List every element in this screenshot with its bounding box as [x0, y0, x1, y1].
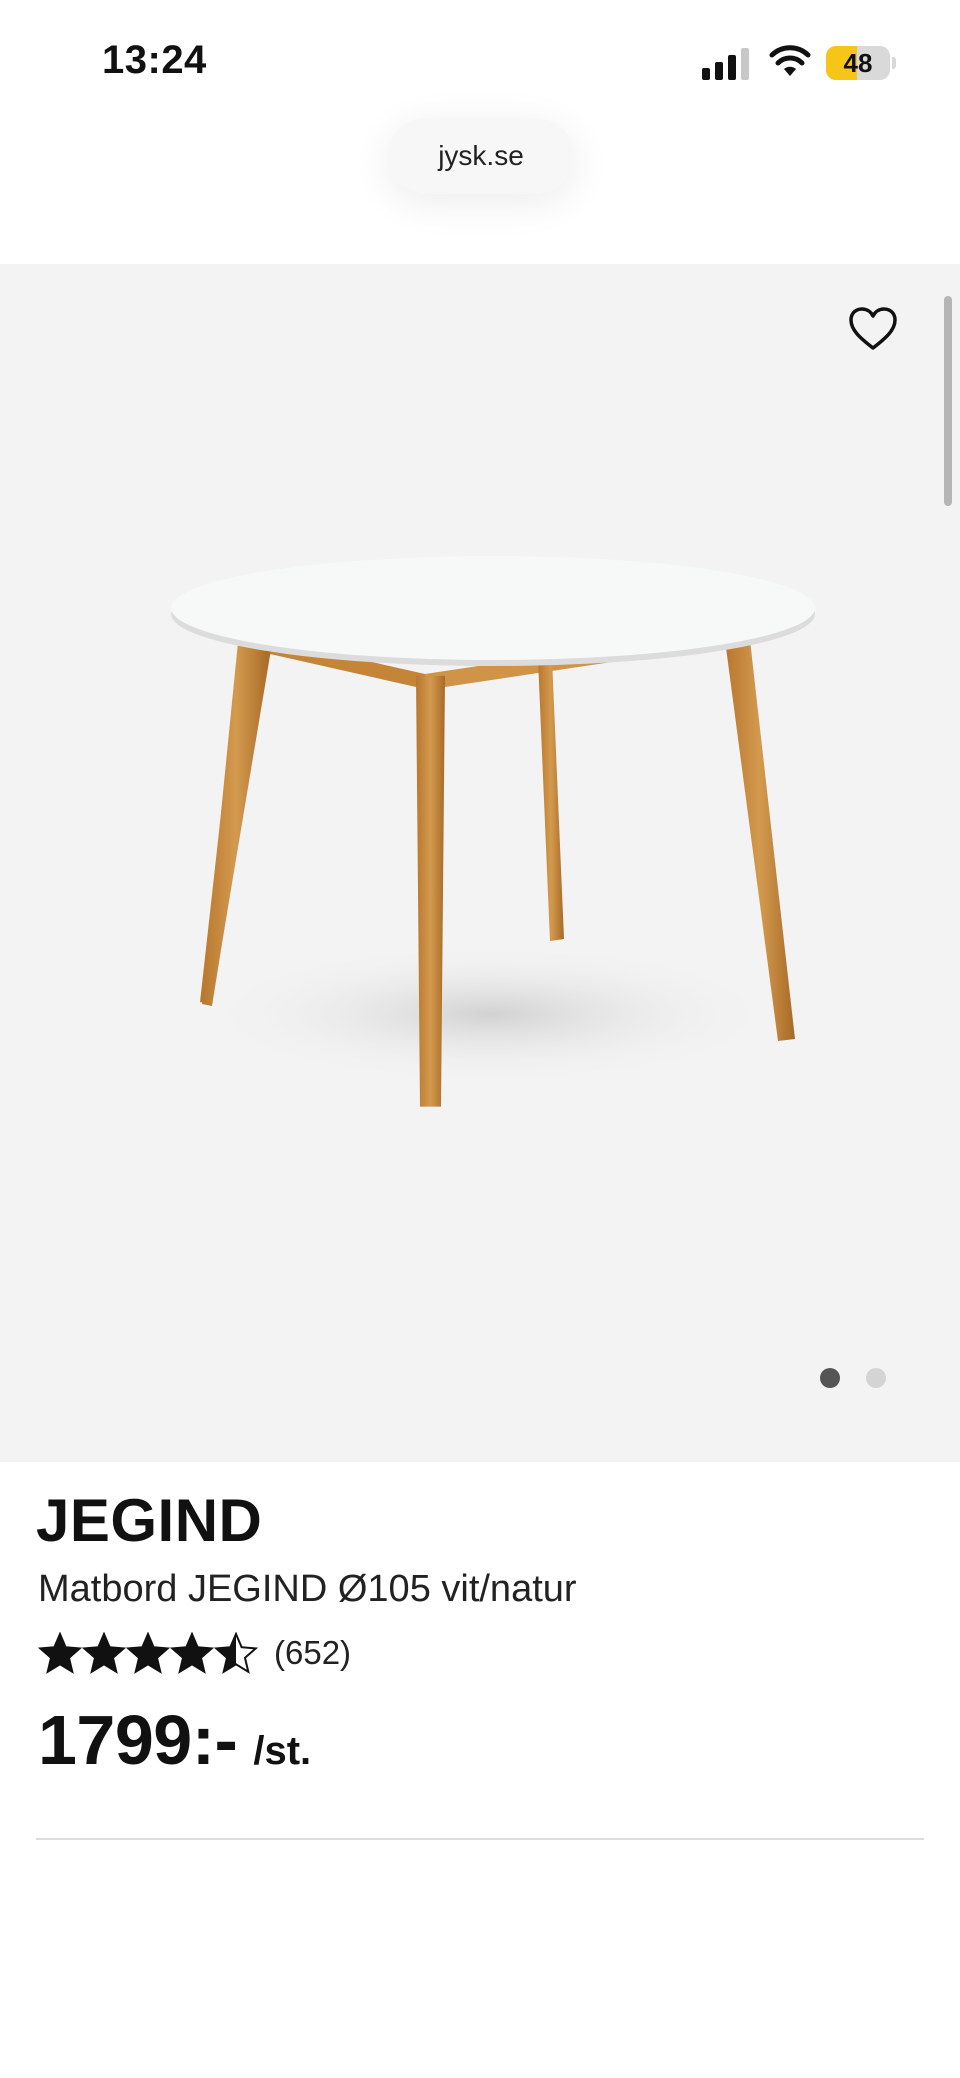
wifi-icon: [769, 45, 811, 76]
product-image-table: [171, 556, 815, 1107]
product-image-gallery[interactable]: [0, 264, 960, 1462]
rating-stars: [38, 1632, 258, 1674]
heart-outline-icon[interactable]: [848, 306, 898, 352]
scrollbar[interactable]: [944, 296, 952, 506]
star-half-icon: [214, 1632, 258, 1674]
price-unit: /st.: [253, 1729, 312, 1773]
cellular-signal-icon: [702, 48, 749, 80]
battery-icon: 48: [826, 46, 896, 82]
status-time: 13:24: [102, 38, 207, 82]
product-subtitle: Matbord JEGIND Ø105 vit/natur: [38, 1568, 577, 1610]
star-full-icon: [82, 1632, 126, 1674]
pagination-dot-active[interactable]: [820, 1368, 840, 1388]
address-bar[interactable]: jysk.se: [388, 118, 574, 194]
gallery-pagination[interactable]: [820, 1368, 892, 1390]
pagination-dot[interactable]: [866, 1368, 886, 1388]
star-full-icon: [170, 1632, 214, 1674]
star-full-icon: [126, 1632, 170, 1674]
product-brand-title: JEGIND: [36, 1487, 263, 1554]
status-bar: 13:24 48: [0, 0, 960, 120]
divider: [36, 1838, 924, 1840]
star-full-icon: [38, 1632, 82, 1674]
product-price: 1799:- /st.: [38, 1700, 311, 1780]
battery-level: 48: [843, 48, 873, 78]
review-count[interactable]: (652): [274, 1634, 351, 1672]
product-rating[interactable]: (652): [38, 1630, 351, 1676]
price-value: 1799:-: [38, 1701, 238, 1779]
